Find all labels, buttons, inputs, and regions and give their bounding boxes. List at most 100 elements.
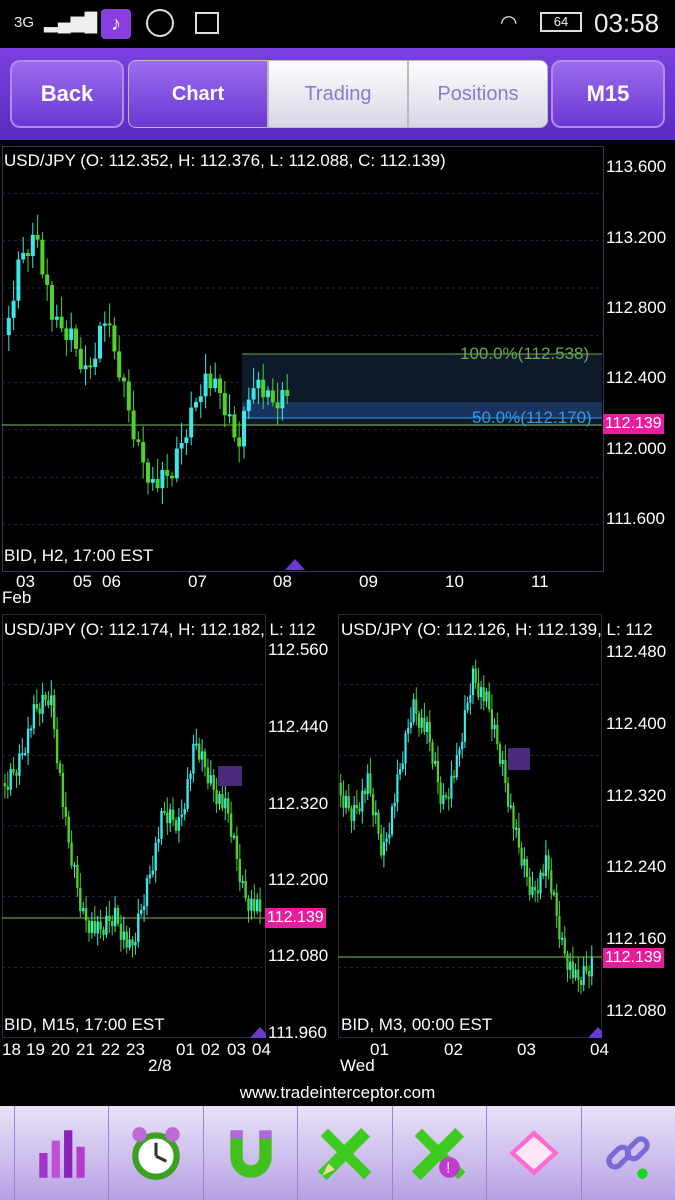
candle-body [577,969,580,980]
candle-body [21,753,24,756]
candle-body [426,722,429,733]
link-icon [606,1136,650,1179]
candle-body [396,774,399,803]
candle-body [442,795,445,804]
candle-body [523,859,526,866]
candle-body [119,923,123,940]
candle-body [146,462,150,483]
candle-body [44,694,47,701]
candle-body [11,300,16,318]
clock: 03:58 [594,8,660,38]
main-date-tick: 08 [273,572,292,591]
candle-body [361,790,364,812]
main-price-tick: 112.400 [606,368,667,387]
candle-body [412,699,415,723]
candle-body [434,760,437,764]
left-time-tick: 22 [101,1040,120,1059]
candle-body [107,323,112,326]
candle-body [517,827,520,848]
candle-body [237,437,242,447]
candle-body [390,806,394,835]
candle-body [536,890,539,894]
candle-body [165,469,170,476]
candle-body [558,915,561,940]
candle-body [122,931,125,940]
candle-body [504,759,507,784]
candle-body [15,772,18,776]
time-marker [588,1027,602,1038]
candle-body [482,687,485,702]
candle-body [186,779,189,809]
candle-body [195,743,198,746]
candle-body [90,921,94,933]
candle-body [67,816,70,843]
candle-body [93,358,98,368]
right-price-tick: 112.480 [606,642,667,661]
candle-body [420,717,423,728]
candle-body [423,717,426,733]
left-time-tick: 03 [227,1040,246,1059]
candle-body [588,971,591,977]
candle-body [251,388,256,400]
tab-chart[interactable]: Chart [128,60,268,128]
candle-body [177,817,181,831]
candle-body [76,864,79,888]
alerts-button[interactable] [109,1106,204,1200]
magnet-button[interactable] [204,1106,299,1200]
left-price-tick: 112.440 [268,717,329,736]
candle-body [179,442,184,449]
candle-body [117,351,122,378]
candle-body [399,769,402,775]
left-candles [2,680,266,1038]
candle-body [512,805,515,829]
candle-body [30,234,35,256]
candle-body [64,328,69,341]
candle-body [463,710,466,742]
left-time-tick: 04 [252,1040,271,1059]
more-vertical-icon: ⋮ [80,10,98,30]
tab-trading[interactable]: Trading [268,60,408,128]
candle-body [393,802,396,807]
candle-body [439,782,442,804]
candle-body [105,915,108,935]
candle-body [247,898,250,911]
candle-body [363,790,367,795]
draw-alert-button[interactable]: ! [393,1106,488,1200]
candle-body [134,941,137,946]
candle-body [350,808,353,821]
tab-positions[interactable]: Positions [408,60,548,128]
candle-body [552,892,556,895]
indicators-button[interactable] [15,1106,110,1200]
candle-body [561,937,564,940]
candle-body [160,469,165,489]
candle-body [342,795,345,808]
right-price-tick: 112.080 [606,1001,667,1020]
candle-body [477,682,480,698]
candle-body [40,239,45,275]
back-button[interactable]: Back [10,60,124,128]
connection-button[interactable] [582,1106,675,1200]
candle-body [339,783,342,796]
candle-body [74,328,78,349]
candle-body [496,724,499,745]
candle-body [493,724,496,730]
svg-text:!: ! [447,1161,451,1177]
left-price-tick: 112.320 [268,794,329,813]
candle-body [461,741,464,750]
candle-body [125,931,128,948]
candle-body [447,796,450,799]
timeframe-button[interactable]: M15 [551,60,665,128]
status-bar: 3G ▂▄▆█ ⋮ ♪ ◠ 64 03:58 [0,0,675,48]
candle-body [53,695,56,730]
candle-body [238,858,241,883]
candle-body [485,691,488,702]
chart-bars-icon [38,1130,85,1178]
candle-body [507,783,510,807]
templates-button[interactable] [487,1106,582,1200]
main-bid-label: BID, H2, 17:00 EST [4,546,154,565]
candle-body [428,722,431,743]
candle-body [253,898,256,912]
candle-body [377,812,380,834]
draw-tools-button[interactable] [298,1106,393,1200]
website-url[interactable]: www.tradeinterceptor.com [0,1083,675,1103]
